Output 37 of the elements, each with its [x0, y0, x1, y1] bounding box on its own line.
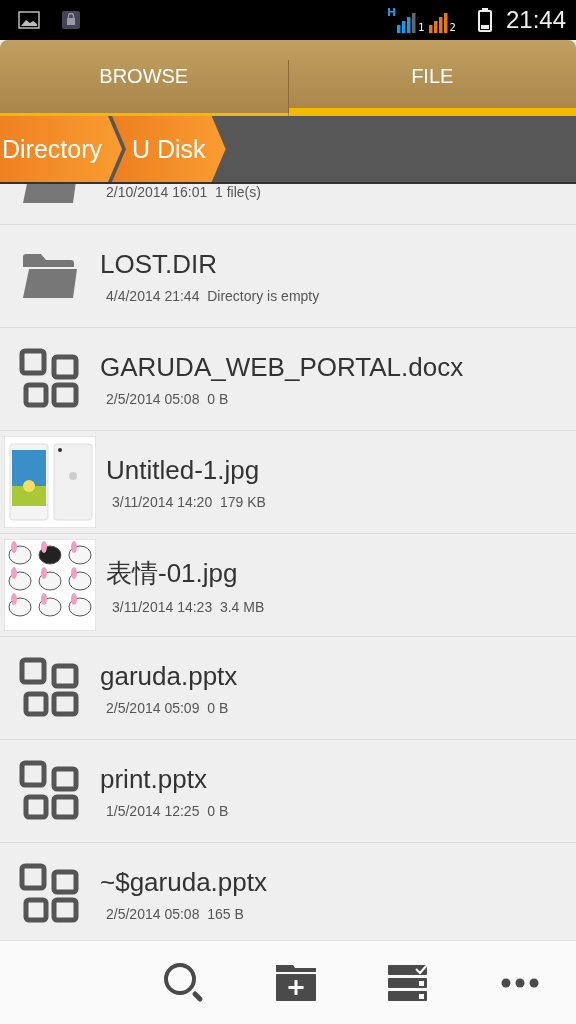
file-name: garuda.pptx [100, 660, 238, 692]
file-details: 4/4/2014 21:44 Directory is empty [106, 287, 320, 304]
breadcrumb-item[interactable]: Directory [0, 116, 122, 182]
breadcrumb-item[interactable]: U Disk [112, 116, 226, 182]
checklist-icon[interactable] [387, 963, 429, 1002]
lock-icon [62, 11, 80, 29]
signal-icon [397, 13, 418, 33]
more-icon[interactable] [501, 977, 539, 988]
file-details: 3/11/2014 14:23 3.4 MB [112, 598, 265, 615]
document-icon [18, 347, 82, 411]
folder-icon [21, 253, 79, 299]
document-icon [18, 656, 82, 720]
tab[interactable]: BROWSE [0, 40, 288, 116]
tab[interactable]: FILE [288, 40, 576, 116]
document-icon [18, 759, 82, 823]
network-type: H [386, 7, 397, 18]
search-icon[interactable] [163, 961, 205, 1004]
file-details: 2/5/2014 05:08 165 B [106, 905, 245, 922]
file-name: Untitled-1.jpg [106, 454, 261, 486]
file-details: 2/5/2014 05:09 0 B [106, 699, 230, 716]
battery-icon [477, 8, 492, 32]
file-name: ~$garuda.pptx [100, 866, 267, 898]
document-icon [18, 862, 82, 926]
clock: 21:44 [505, 6, 566, 34]
file-name: 表情-01.jpg [106, 556, 239, 590]
file-name: LOST.DIR [100, 248, 219, 280]
file-name: GARUDA_WEB_PORTAL.docx [100, 351, 464, 383]
sim-number: 2 [449, 23, 456, 33]
picture-icon [18, 11, 40, 29]
file-details: 2/5/2014 05:08 0 B [106, 390, 230, 407]
folder-plus-icon[interactable] [275, 963, 317, 1002]
file-details: 3/11/2014 14:20 179 KB [112, 493, 266, 510]
file-details: 2/10/2014 16:01 1 file(s) [106, 184, 261, 200]
signal-icon [428, 13, 449, 33]
file-name: print.pptx [100, 763, 208, 795]
sim-number: 1 [418, 23, 425, 33]
file-details: 1/5/2014 12:25 0 B [106, 802, 229, 819]
